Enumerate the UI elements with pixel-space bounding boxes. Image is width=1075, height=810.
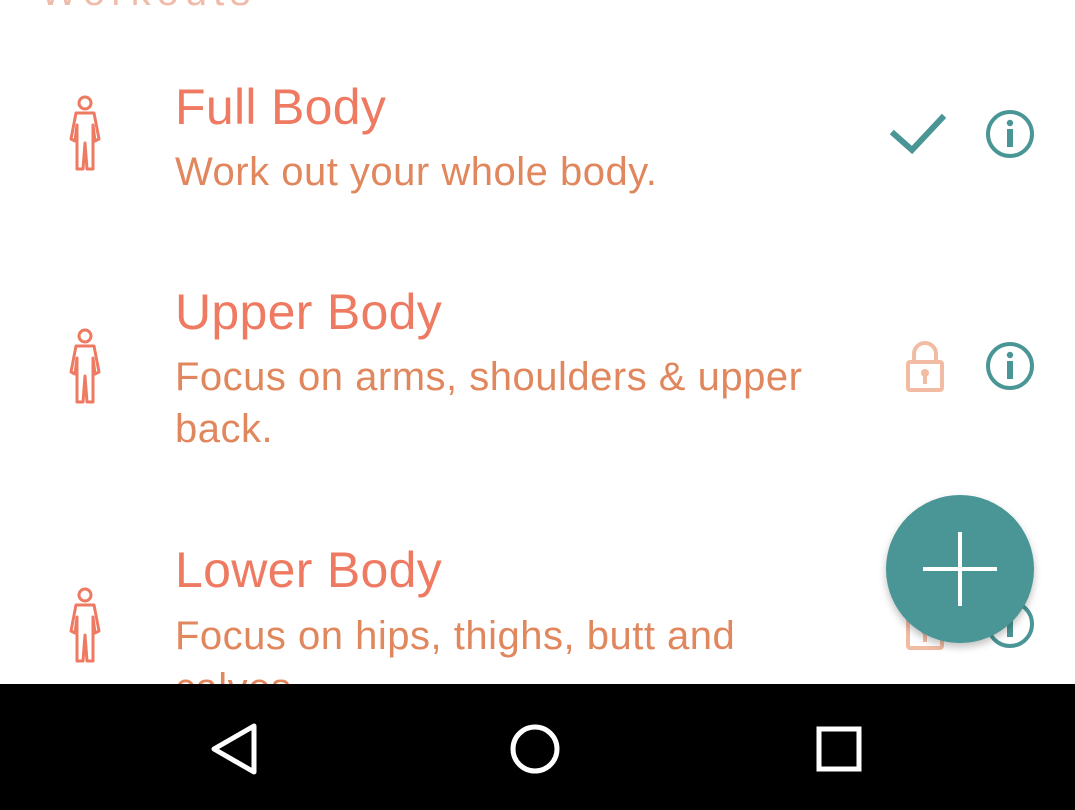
- workout-description: Focus on arms, shoulders & upper back.: [175, 355, 803, 451]
- workout-title: Lower Body: [175, 542, 443, 598]
- person-icon: [62, 95, 108, 171]
- workout-description: Focus on hips, thighs, butt and calves.: [175, 614, 736, 684]
- info-icon[interactable]: [984, 340, 1036, 392]
- workout-description: Work out your whole body.: [175, 150, 658, 194]
- section-header: Workouts: [40, 0, 256, 15]
- workout-title: Full Body: [175, 79, 387, 135]
- info-icon[interactable]: [984, 108, 1036, 160]
- system-navigation-bar: [0, 684, 1075, 810]
- workout-title: Upper Body: [175, 284, 443, 340]
- check-icon: [888, 104, 948, 164]
- home-circle-icon[interactable]: [490, 704, 580, 794]
- recents-square-icon[interactable]: [794, 704, 884, 794]
- add-workout-button[interactable]: [886, 495, 1034, 643]
- back-triangle-icon[interactable]: [190, 704, 280, 794]
- lock-icon: [900, 338, 950, 394]
- person-icon: [62, 328, 108, 404]
- plus-icon: [923, 532, 997, 606]
- person-icon: [62, 587, 108, 663]
